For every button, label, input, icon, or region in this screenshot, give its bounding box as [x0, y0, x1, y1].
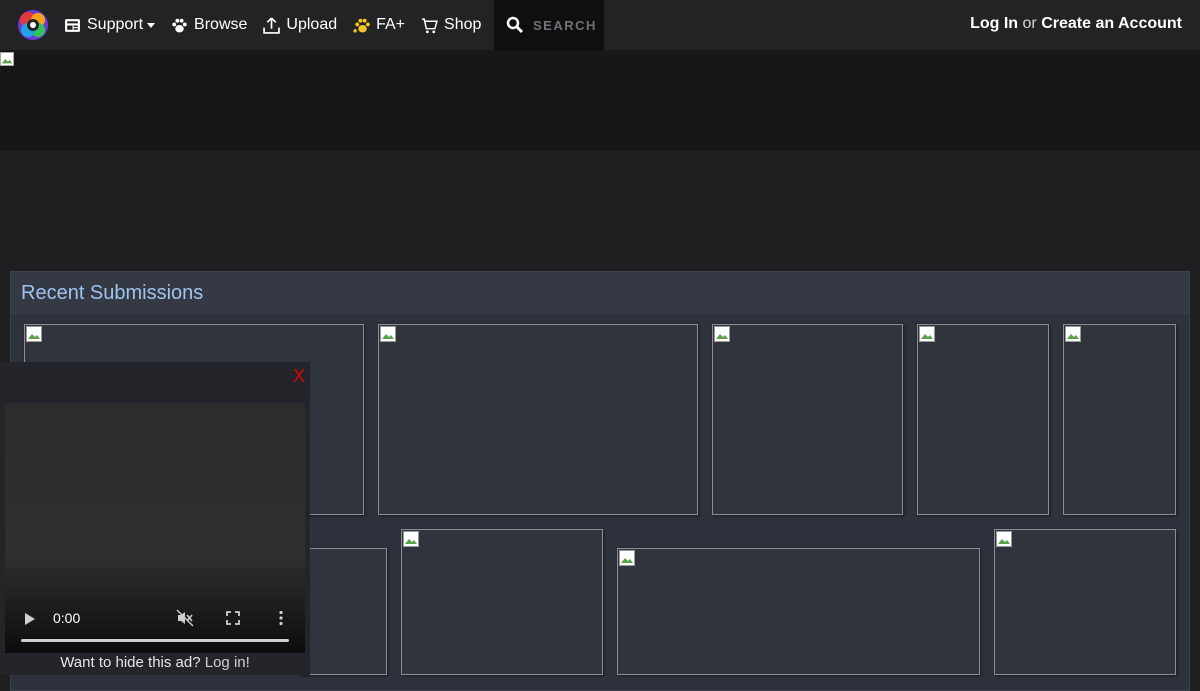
nav-browse-label: Browse [194, 16, 248, 33]
nav-support[interactable]: Support [64, 16, 156, 34]
more-options-icon[interactable] [272, 609, 290, 627]
play-icon[interactable] [25, 613, 35, 625]
video-time: 0:00 [53, 610, 81, 626]
cart-icon [422, 17, 438, 33]
broken-image-icon [380, 326, 396, 342]
video-ad-overlay: X 0:00 Want to hide this ad? Log in! [0, 362, 310, 675]
news-icon [65, 18, 80, 32]
submission-thumbnail[interactable] [1063, 324, 1176, 515]
submission-thumbnail[interactable] [617, 548, 980, 675]
paw-icon [172, 18, 187, 32]
broken-image-icon [0, 52, 14, 66]
broken-image-icon [919, 326, 935, 342]
nav-upload-label: Upload [286, 16, 338, 33]
search-button[interactable]: SEARCH [494, 0, 604, 50]
broken-image-icon [619, 550, 635, 566]
nav-browse[interactable]: Browse [171, 16, 247, 34]
submission-thumbnail[interactable] [378, 324, 698, 515]
section-title: Recent Submissions [21, 281, 204, 304]
nav-shop[interactable]: Shop [421, 16, 481, 34]
submission-thumbnail[interactable] [994, 529, 1176, 675]
login-link[interactable]: Log In [970, 15, 1018, 32]
auth-or: or [1022, 15, 1037, 32]
faplus-paw-icon [353, 18, 370, 33]
upload-icon [263, 16, 281, 34]
broken-image-icon [1065, 326, 1081, 342]
nav-shop-label: Shop [444, 16, 482, 33]
nav-support-label: Support [87, 16, 144, 33]
broken-image-icon [403, 531, 419, 547]
search-icon [506, 16, 524, 34]
chevron-down-icon [147, 22, 156, 28]
broken-image-icon [714, 326, 730, 342]
main-nav: Support Browse Upload FA+ Shop [64, 0, 497, 50]
broken-image-icon [996, 531, 1012, 547]
ad-hide-text: Want to hide this ad? [60, 654, 201, 671]
ad-hide-note: Want to hide this ad? Log in! [0, 654, 310, 671]
nav-faplus[interactable]: FA+ [353, 16, 405, 34]
ad-close-button[interactable]: X [293, 366, 305, 387]
banner-area [0, 50, 1200, 151]
top-navbar: Support Browse Upload FA+ Shop SEARCH Lo… [0, 0, 1200, 50]
mute-icon[interactable] [176, 609, 194, 627]
ad-login-link[interactable]: Log in! [205, 654, 250, 671]
video-progress-bar[interactable] [21, 639, 289, 642]
video-controls: 0:00 [5, 593, 305, 653]
nav-faplus-label: FA+ [376, 16, 406, 33]
section-header: Recent Submissions [11, 272, 1189, 314]
submission-thumbnail[interactable] [401, 529, 603, 675]
submission-thumbnail[interactable] [712, 324, 903, 515]
submission-thumbnail[interactable] [917, 324, 1049, 515]
ad-video-player[interactable]: 0:00 [5, 403, 305, 653]
broken-image-icon [26, 326, 42, 342]
submission-thumbnail[interactable] [300, 548, 387, 675]
nav-upload[interactable]: Upload [263, 16, 337, 34]
fullscreen-icon[interactable] [224, 609, 242, 627]
search-label: SEARCH [533, 17, 597, 33]
auth-links: Log In or Create an Account [970, 15, 1182, 33]
create-account-link[interactable]: Create an Account [1041, 15, 1182, 32]
site-logo-icon[interactable] [16, 8, 50, 42]
